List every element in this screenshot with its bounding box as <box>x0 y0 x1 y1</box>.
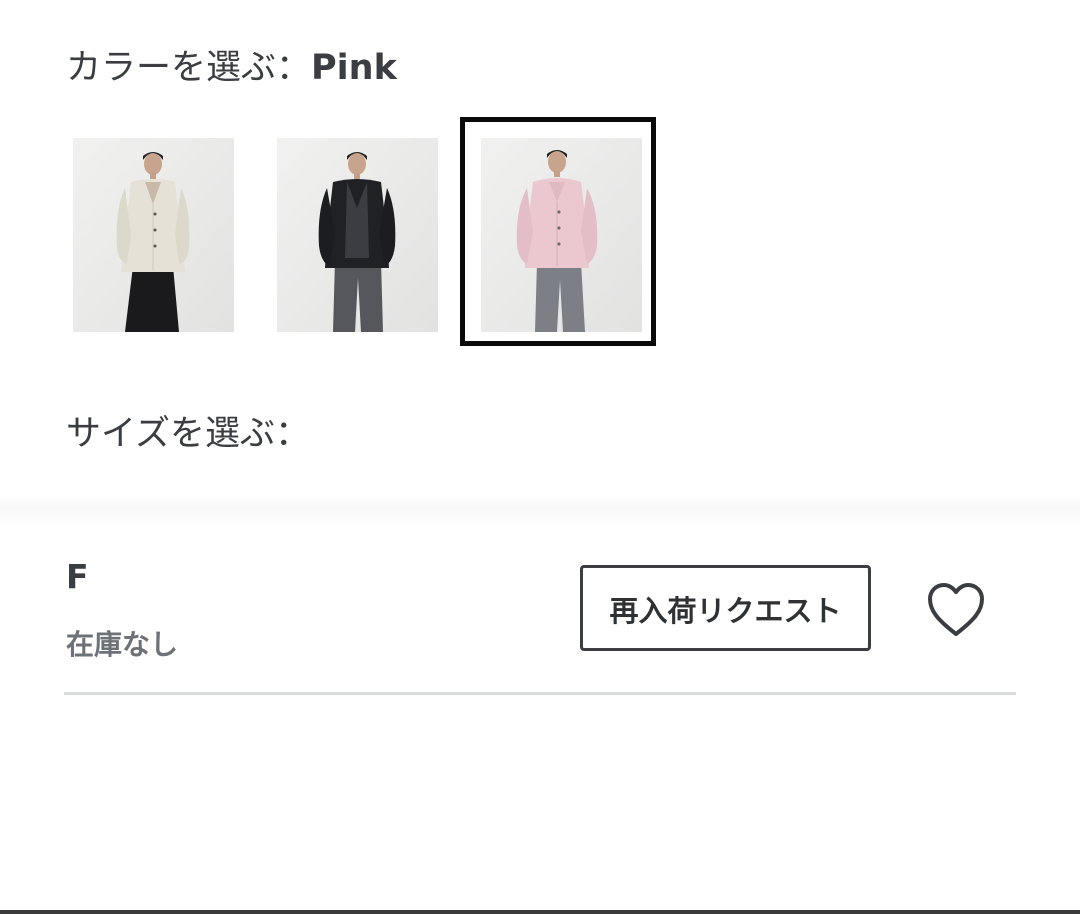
offwhite-cardigan-photo <box>73 138 234 332</box>
color-label: カラーを選ぶ： <box>66 48 312 88</box>
favorite-button[interactable] <box>924 580 988 640</box>
black-cardigan-photo <box>277 138 438 332</box>
bottom-edge <box>0 910 1080 914</box>
selected-color-name: Pink <box>311 48 397 88</box>
restock-request-button[interactable]: 再入荷リクエスト <box>580 565 871 651</box>
color-swatch-offwhite[interactable] <box>73 138 234 332</box>
size-name: F <box>66 557 89 596</box>
heart-outline-icon <box>928 583 984 636</box>
color-swatch-black[interactable] <box>277 138 438 332</box>
color-swatch-pink[interactable] <box>481 138 642 332</box>
product-options: カラーを選ぶ：Pink サイズを選ぶ： F 在庫なし 再入荷リクエスト <box>0 0 1080 914</box>
size-selector-heading: サイズを選ぶ： <box>66 414 310 454</box>
row-divider <box>64 692 1016 695</box>
pink-cardigan-photo <box>481 138 642 332</box>
size-row: F 在庫なし 再入荷リクエスト <box>0 525 1080 697</box>
color-selector-heading: カラーを選ぶ：Pink <box>66 44 397 92</box>
section-separator <box>0 495 1080 525</box>
stock-status: 在庫なし <box>66 628 179 661</box>
